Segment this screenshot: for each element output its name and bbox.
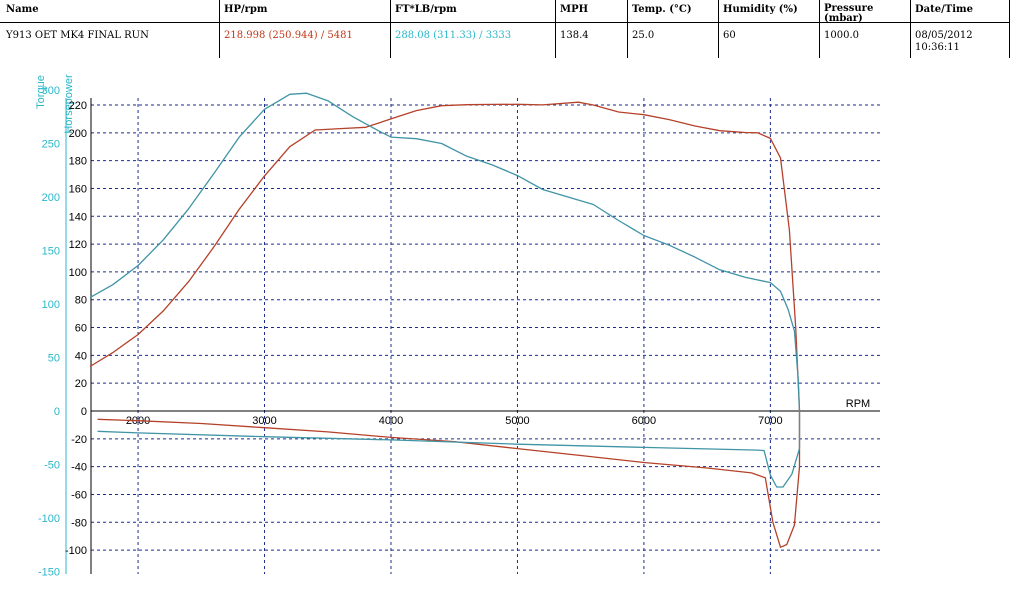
hp-tick-label: 80 (75, 295, 87, 307)
column-divider (627, 0, 628, 58)
series-lines (89, 92, 801, 548)
header-humidity: Humidity (%) (723, 4, 798, 15)
value-ftlb-rpm: 288.08 (311.33) / 3333 (395, 30, 512, 41)
hp-tick-label: -40 (71, 462, 87, 474)
hp-tick-label: 120 (69, 239, 87, 251)
header-temp: Temp. (°C) (632, 4, 692, 15)
column-divider (819, 0, 820, 58)
hp-tick-label: -80 (71, 517, 87, 529)
header-mph: MPH (560, 4, 589, 15)
hp-tick-label: 60 (75, 323, 87, 335)
torque-tick-label: 300 (42, 85, 60, 97)
hp-tick-label: 160 (69, 183, 87, 195)
torque-tick-label: -150 (38, 567, 60, 579)
torque-tick-label: -50 (44, 460, 60, 472)
rpm-axis-label: RPM (846, 398, 870, 410)
hp-tick-label: 100 (69, 267, 87, 279)
column-divider (1009, 0, 1010, 58)
value-mph: 138.4 (560, 30, 589, 41)
value-temp: 25.0 (632, 30, 655, 41)
tick-labels: 2000 3000 4000 5000 6000 70002202001801601401… (38, 85, 783, 579)
value-humidity: 60 (723, 30, 736, 41)
grid (91, 98, 880, 574)
value-pressure: 1000.0 (824, 30, 859, 41)
dyno-chart: Torque Horsepower RPM 2000 3000 4000 5000 60… (35, 74, 880, 579)
hp-tick-label: -20 (71, 434, 87, 446)
hp-tick-label: 220 (69, 100, 87, 112)
x-tick-label: 5000 (505, 415, 529, 427)
column-divider (390, 0, 391, 58)
header-ftlb-rpm: FT*LB/rpm (395, 4, 457, 15)
axes (65, 98, 880, 574)
value-name: Y913 OET MK4 FINAL RUN (6, 30, 149, 41)
torque-tick-label: 0 (54, 406, 60, 418)
results-table: Name HP/rpm FT*LB/rpm MPH Temp. (°C) Hum… (0, 0, 1024, 60)
x-tick-label: 4000 (379, 415, 403, 427)
x-tick-label: 6000 (632, 415, 656, 427)
hp-tick-label: -60 (71, 489, 87, 501)
header-name: Name (6, 4, 39, 15)
torque-tick-label: 150 (42, 246, 60, 258)
torque-tick-label: 50 (48, 353, 60, 365)
horsepower-curve (89, 101, 801, 548)
torque-tick-label: -100 (38, 513, 60, 525)
hp-tick-label: -100 (65, 545, 87, 557)
column-divider (718, 0, 719, 58)
value-hp-rpm: 218.998 (250.944) / 5481 (224, 30, 353, 41)
column-divider (555, 0, 556, 58)
column-divider (910, 0, 911, 58)
header-hp-rpm: HP/rpm (224, 4, 268, 15)
torque-tick-label: 100 (42, 299, 60, 311)
header-pressure: Pressure (mbar) (824, 3, 874, 24)
hp-tick-label: 200 (69, 128, 87, 140)
torque-tick-label: 200 (42, 192, 60, 204)
hp-tick-label: 20 (75, 378, 87, 390)
column-divider (219, 0, 220, 58)
x-tick-label: 7000 (758, 415, 782, 427)
hp-tick-label: 140 (69, 211, 87, 223)
header-datetime: Date/Time (915, 4, 973, 15)
hp-tick-label: 0 (81, 406, 87, 418)
value-datetime: 08/05/2012 10:36:11 (915, 30, 973, 53)
torque-tick-label: 250 (42, 139, 60, 151)
x-tick-label: 3000 (252, 415, 276, 427)
hp-tick-label: 180 (69, 156, 87, 168)
torque-curve (89, 92, 801, 488)
hp-tick-label: 40 (75, 350, 87, 362)
